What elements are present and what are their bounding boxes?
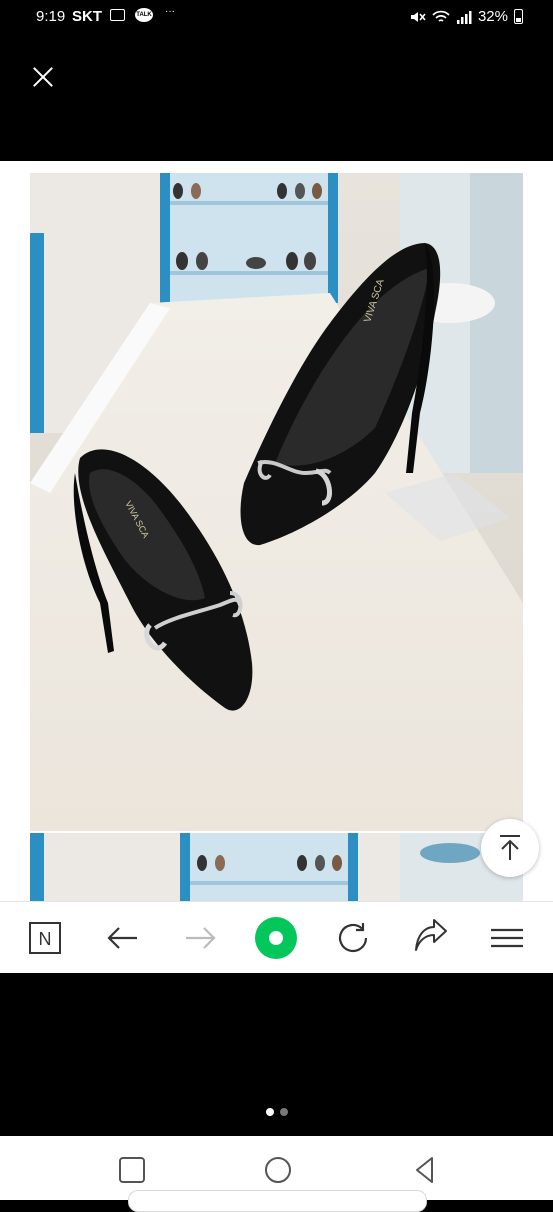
- share-button[interactable]: [406, 914, 454, 962]
- status-time: 9:19: [36, 8, 66, 25]
- gesture-pill: [128, 1190, 427, 1212]
- next-photo-image: [30, 833, 523, 901]
- share-icon: [415, 919, 447, 951]
- browser-toolbar: N: [0, 901, 553, 974]
- webview: VIVA SCA VIVA SCA N: [0, 161, 553, 974]
- recent-apps-icon: [119, 1157, 145, 1183]
- forward-arrow-icon: [186, 927, 216, 949]
- refresh-icon: [338, 923, 368, 953]
- recent-apps-button[interactable]: [112, 1150, 152, 1190]
- scroll-to-top-button[interactable]: [481, 819, 539, 877]
- back-arrow-icon: [107, 927, 137, 949]
- menu-button[interactable]: [483, 914, 531, 962]
- naver-home-button[interactable]: N: [21, 914, 69, 962]
- battery-percent: 32%: [477, 8, 508, 25]
- forward-button[interactable]: [176, 914, 224, 962]
- wifi-icon: [432, 10, 450, 22]
- page-dot-active: [265, 1108, 274, 1116]
- status-right-icons: 32%: [410, 8, 523, 25]
- naver-logo-letter: N: [39, 929, 52, 949]
- green-dot-button[interactable]: [252, 914, 300, 962]
- kakaotalk-notification-icon: TALK: [135, 8, 153, 22]
- page-dot: [279, 1108, 288, 1116]
- close-button[interactable]: [28, 62, 58, 92]
- more-notifications-icon: ···: [165, 6, 175, 17]
- refresh-button[interactable]: [329, 914, 377, 962]
- arrow-up-to-top-icon: [500, 835, 520, 860]
- green-dot-icon: [255, 917, 297, 959]
- status-carrier: SKT: [72, 8, 102, 25]
- home-button[interactable]: [258, 1150, 298, 1190]
- mute-icon: [410, 11, 426, 22]
- next-photo-preview: [30, 833, 523, 901]
- product-photo: VIVA SCA VIVA SCA: [30, 173, 523, 831]
- menu-icon: [491, 928, 523, 948]
- back-icon: [416, 1157, 433, 1183]
- status-bar: 9:19 SKT TALK ··· 32%: [0, 0, 553, 36]
- system-back-button[interactable]: [405, 1150, 445, 1190]
- signal-icon: [456, 10, 472, 24]
- shoe-photo-image: VIVA SCA VIVA SCA: [30, 173, 523, 831]
- battery-icon: [514, 9, 523, 24]
- back-button[interactable]: [99, 914, 147, 962]
- home-icon: [265, 1157, 291, 1183]
- message-notification-icon: [110, 9, 125, 21]
- naver-home-icon: N: [29, 922, 61, 954]
- page-indicator: [0, 1103, 553, 1121]
